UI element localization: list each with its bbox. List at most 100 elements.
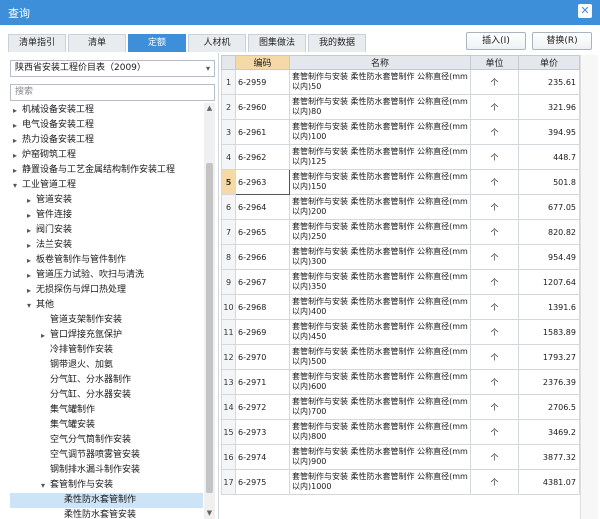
tree-node[interactable]: ▸ 管道压力试验、吹扫与清洗 [10, 268, 203, 283]
cell-code[interactable]: 6-2970 [235, 344, 290, 370]
cell-code[interactable]: 6-2961 [235, 119, 290, 145]
chevron-right-icon[interactable]: ▸ [24, 283, 34, 298]
cell-name[interactable]: 套管制作与安装 柔性防水套管制作 公称直径(mm以内)100 [289, 119, 471, 145]
chevron-right-icon[interactable]: ▸ [24, 193, 34, 208]
row-index[interactable]: 8 [221, 244, 236, 270]
chevron-right-icon[interactable]: ▸ [24, 268, 34, 283]
cell-code[interactable]: 6-2973 [235, 419, 290, 445]
tree-node[interactable]: ▸ 炉窑砌筑工程 [10, 148, 203, 163]
cell-price[interactable]: 3877.32 [518, 444, 580, 470]
cell-price[interactable]: 820.82 [518, 219, 580, 245]
tree-node[interactable]: 分气缸、分水器安装 [10, 388, 203, 403]
tree-node[interactable]: ▸ 静置设备与工艺金属结构制作安装工程 [10, 163, 203, 178]
cell-price[interactable]: 1793.27 [518, 344, 580, 370]
tree-node[interactable]: ▾ 其他 [10, 298, 203, 313]
header-name[interactable]: 名称 [289, 55, 471, 70]
tree-node[interactable]: ▸ 热力设备安装工程 [10, 133, 203, 148]
cell-price[interactable]: 394.95 [518, 119, 580, 145]
cell-code[interactable]: 6-2965 [235, 219, 290, 245]
tree-node[interactable]: ▾ 工业管道工程 [10, 178, 203, 193]
table-row[interactable]: 11 6-2969 套管制作与安装 柔性防水套管制作 公称直径(mm以内)450 个 1… [221, 319, 580, 345]
tree-node[interactable]: ▾ 套管制作与安装 [10, 478, 203, 493]
tree-node[interactable]: 管道支架制作安装 [10, 313, 203, 328]
table-row[interactable]: 7 6-2965 套管制作与安装 柔性防水套管制作 公称直径(mm以内)250 个 82… [221, 219, 580, 245]
cell-code[interactable]: 6-2959 [235, 69, 290, 95]
table-row[interactable]: 15 6-2973 套管制作与安装 柔性防水套管制作 公称直径(mm以内)800 个 3… [221, 419, 580, 445]
cell-name[interactable]: 套管制作与安装 柔性防水套管制作 公称直径(mm以内)600 [289, 369, 471, 395]
cell-price[interactable]: 1207.64 [518, 269, 580, 295]
search-input[interactable]: 搜索 [10, 84, 215, 101]
tree-node[interactable]: ▸ 管道安装 [10, 193, 203, 208]
cell-unit[interactable]: 个 [470, 344, 519, 370]
cell-unit[interactable]: 个 [470, 144, 519, 170]
cell-price[interactable]: 677.05 [518, 194, 580, 220]
cell-code[interactable]: 6-2974 [235, 444, 290, 470]
cell-price[interactable]: 321.96 [518, 94, 580, 120]
table-row[interactable]: 17 6-2975 套管制作与安装 柔性防水套管制作 公称直径(mm以内)1000 个… [221, 469, 580, 495]
cell-name[interactable]: 套管制作与安装 柔性防水套管制作 公称直径(mm以内)250 [289, 219, 471, 245]
tree-node[interactable]: 集气罐安装 [10, 418, 203, 433]
cell-price[interactable]: 501.8 [518, 169, 580, 195]
cell-name[interactable]: 套管制作与安装 柔性防水套管制作 公称直径(mm以内)350 [289, 269, 471, 295]
tree-node[interactable]: ▸ 电气设备安装工程 [10, 118, 203, 133]
chevron-down-icon[interactable]: ▾ [10, 178, 20, 193]
cell-name[interactable]: 套管制作与安装 柔性防水套管制作 公称直径(mm以内)400 [289, 294, 471, 320]
cell-name[interactable]: 套管制作与安装 柔性防水套管制作 公称直径(mm以内)700 [289, 394, 471, 420]
chevron-right-icon[interactable]: ▸ [10, 103, 20, 118]
tree-node[interactable]: 冷排管制作安装 [10, 343, 203, 358]
tab-quota[interactable]: 定额 [128, 34, 186, 52]
cell-price[interactable]: 2706.5 [518, 394, 580, 420]
cell-unit[interactable]: 个 [470, 119, 519, 145]
cell-unit[interactable]: 个 [470, 169, 519, 195]
cell-price[interactable]: 448.7 [518, 144, 580, 170]
table-row[interactable]: 13 6-2971 套管制作与安装 柔性防水套管制作 公称直径(mm以内)600 个 2… [221, 369, 580, 395]
header-unit[interactable]: 单位 [470, 55, 519, 70]
chevron-right-icon[interactable]: ▸ [10, 163, 20, 178]
chevron-right-icon[interactable]: ▸ [24, 223, 34, 238]
cell-unit[interactable]: 个 [470, 194, 519, 220]
cell-unit[interactable]: 个 [470, 469, 519, 495]
tree-node[interactable]: 分气缸、分水器制作 [10, 373, 203, 388]
tree-node[interactable]: 钢制排水漏斗制作安装 [10, 463, 203, 478]
tree-node[interactable]: 空气分气筒制作安装 [10, 433, 203, 448]
cell-name[interactable]: 套管制作与安装 柔性防水套管制作 公称直径(mm以内)500 [289, 344, 471, 370]
cell-unit[interactable]: 个 [470, 219, 519, 245]
cell-price[interactable]: 1391.6 [518, 294, 580, 320]
row-index[interactable]: 12 [221, 344, 236, 370]
cell-unit[interactable]: 个 [470, 69, 519, 95]
chevron-right-icon[interactable]: ▸ [10, 148, 20, 163]
chevron-down-icon[interactable]: ▾ [24, 298, 34, 313]
cell-name[interactable]: 套管制作与安装 柔性防水套管制作 公称直径(mm以内)450 [289, 319, 471, 345]
row-index[interactable]: 3 [221, 119, 236, 145]
tree-node[interactable]: ▸ 无损探伤与焊口热处理 [10, 283, 203, 298]
cell-name[interactable]: 套管制作与安装 柔性防水套管制作 公称直径(mm以内)150 [289, 169, 471, 195]
cell-unit[interactable]: 个 [470, 269, 519, 295]
chevron-down-icon[interactable]: ▾ [38, 478, 48, 493]
cell-price[interactable]: 3469.2 [518, 419, 580, 445]
cell-unit[interactable]: 个 [470, 244, 519, 270]
tree-node[interactable]: ▸ 板卷管制作与管件制作 [10, 253, 203, 268]
cell-name[interactable]: 套管制作与安装 柔性防水套管制作 公称直径(mm以内)50 [289, 69, 471, 95]
cell-unit[interactable]: 个 [470, 294, 519, 320]
cell-name[interactable]: 套管制作与安装 柔性防水套管制作 公称直径(mm以内)800 [289, 419, 471, 445]
chevron-right-icon[interactable]: ▸ [10, 118, 20, 133]
table-row[interactable]: 6 6-2964 套管制作与安装 柔性防水套管制作 公称直径(mm以内)200 个 67… [221, 194, 580, 220]
header-code[interactable]: 编码 [235, 55, 290, 70]
table-row[interactable]: 5 6-2963 套管制作与安装 柔性防水套管制作 公称直径(mm以内)150 个 50… [221, 169, 580, 195]
tree-scrollbar[interactable]: ▲ ▼ [204, 103, 215, 519]
cell-code[interactable]: 6-2971 [235, 369, 290, 395]
tree-node[interactable]: ▸ 法兰安装 [10, 238, 203, 253]
table-row[interactable]: 9 6-2967 套管制作与安装 柔性防水套管制作 公称直径(mm以内)350 个 12… [221, 269, 580, 295]
cell-price[interactable]: 1583.89 [518, 319, 580, 345]
tree-node[interactable]: 柔性防水套管制作 [10, 493, 203, 508]
tab-labor-material[interactable]: 人材机 [188, 34, 246, 52]
row-index[interactable]: 10 [221, 294, 236, 320]
tree-node[interactable]: ▸ 管口焊接充氩保护 [10, 328, 203, 343]
row-index[interactable]: 17 [221, 469, 236, 495]
chevron-right-icon[interactable]: ▸ [24, 238, 34, 253]
chevron-right-icon[interactable]: ▸ [10, 133, 20, 148]
cell-code[interactable]: 6-2975 [235, 469, 290, 495]
table-row[interactable]: 8 6-2966 套管制作与安装 柔性防水套管制作 公称直径(mm以内)300 个 95… [221, 244, 580, 270]
tree-node[interactable]: 柔性防水套管安装 [10, 508, 203, 519]
cell-price[interactable]: 4381.07 [518, 469, 580, 495]
